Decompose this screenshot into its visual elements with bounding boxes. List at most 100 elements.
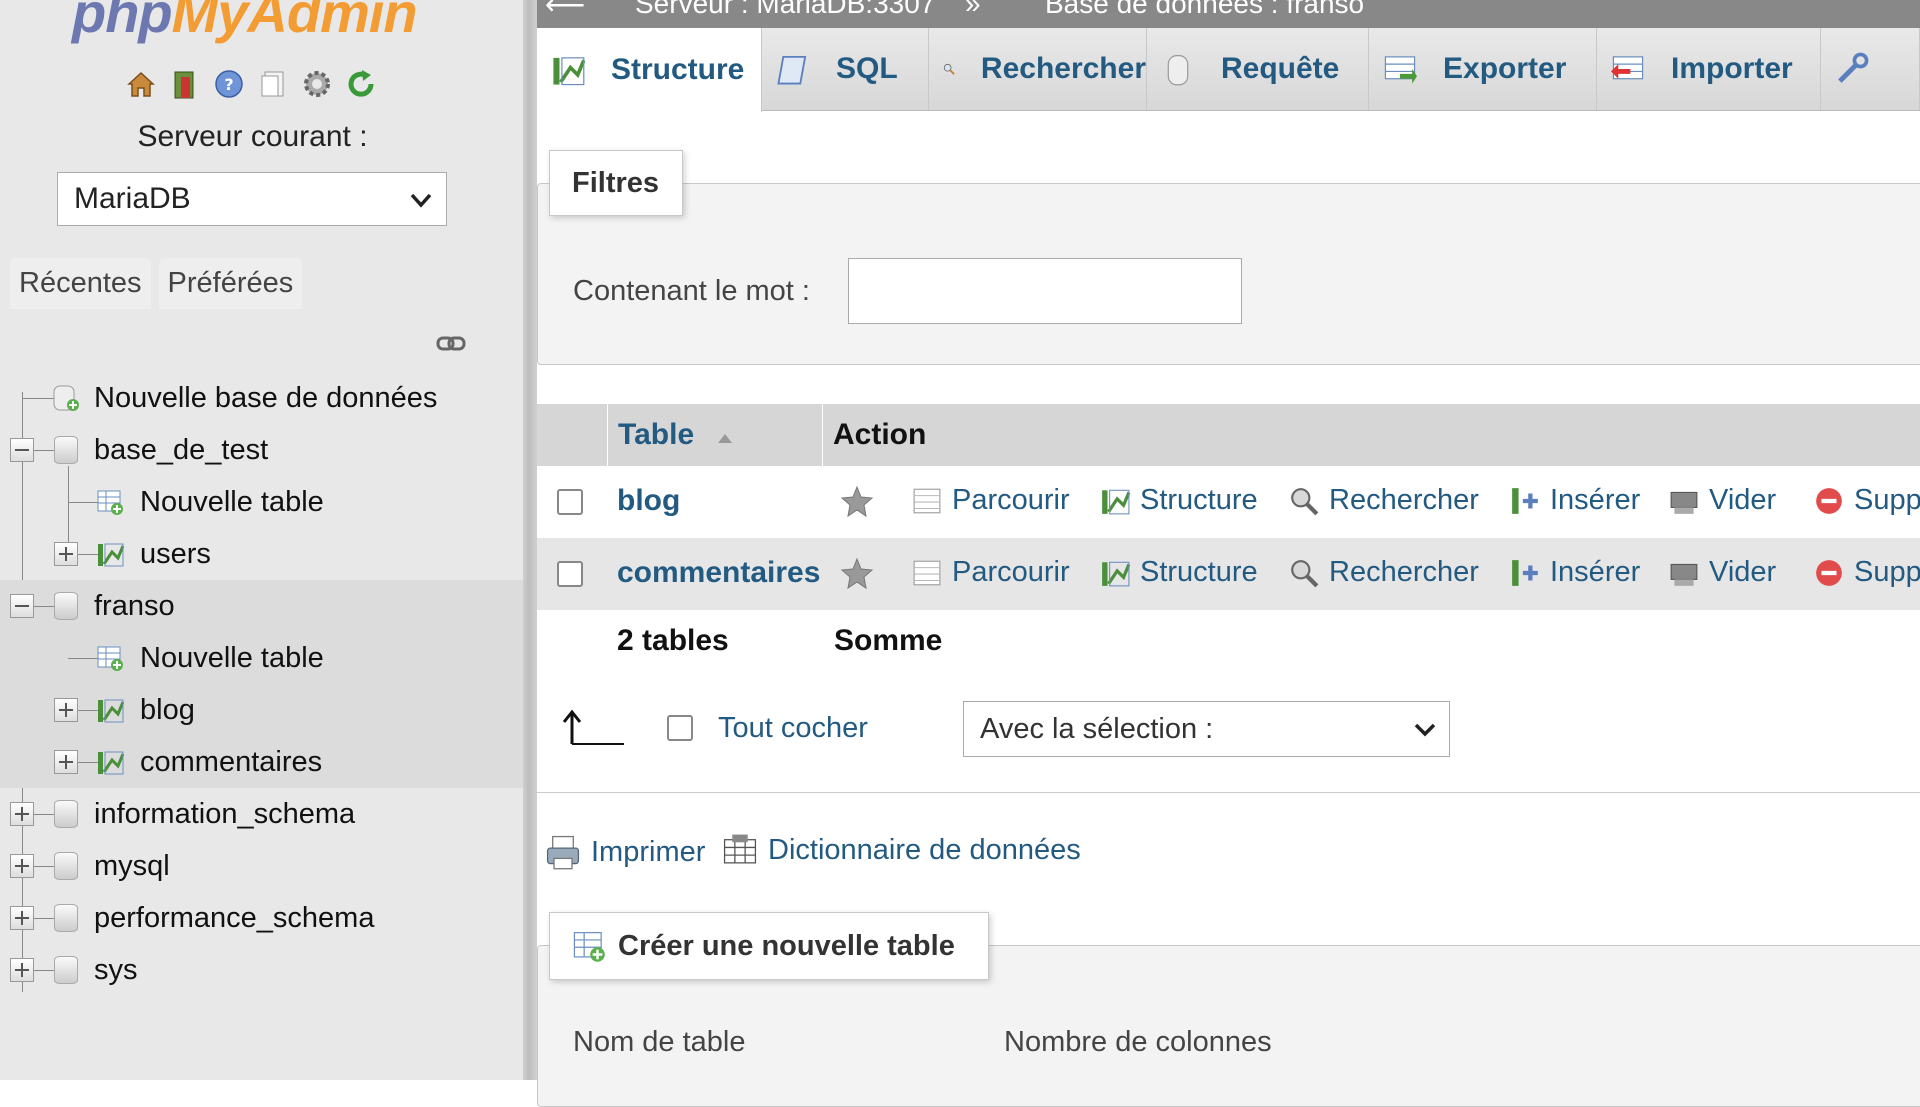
expand-icon[interactable] <box>54 750 78 774</box>
settings-icon[interactable] <box>301 68 333 100</box>
tree-item-new-database[interactable]: Nouvelle base de données <box>0 372 523 424</box>
chevron-down-icon <box>1414 723 1436 737</box>
tab-sql[interactable]: SQL <box>762 28 929 110</box>
new-database-icon <box>53 385 79 411</box>
chevron-down-icon <box>410 193 432 208</box>
empty-link[interactable]: Vider <box>1669 556 1776 589</box>
empty-table-icon <box>1670 563 1698 586</box>
navigation-panel: phpMyAdmin ? Serveur courant : MariaDB R… <box>0 0 523 1080</box>
favorite-star-icon[interactable] <box>839 556 875 592</box>
query-icon <box>1167 55 1189 86</box>
expand-icon[interactable] <box>54 542 78 566</box>
expand-icon[interactable] <box>10 802 34 826</box>
tree-item-new-table[interactable]: Nouvelle table <box>0 632 523 684</box>
database-icon <box>54 592 78 620</box>
tab-export[interactable]: Exporter <box>1369 28 1597 110</box>
tab-search[interactable]: Rechercher <box>929 28 1147 110</box>
docs-icon[interactable] <box>257 68 289 100</box>
breadcrumb-database[interactable]: Base de données : franso <box>1045 0 1364 20</box>
insert-link[interactable]: Insérer <box>1510 556 1640 589</box>
tree-label: franso <box>94 589 175 622</box>
phpmyadmin-logo[interactable]: phpMyAdmin <box>72 0 418 45</box>
drop-link[interactable]: Supp <box>1814 556 1920 589</box>
current-server-label: Serveur courant : <box>137 120 368 153</box>
table-name-link[interactable]: commentaires <box>617 556 820 590</box>
filter-input[interactable] <box>848 258 1242 324</box>
browse-link[interactable]: Parcourir <box>912 556 1070 589</box>
insert-link[interactable]: Insérer <box>1510 484 1640 517</box>
empty-link[interactable]: Vider <box>1669 484 1776 517</box>
print-link[interactable]: Imprimer <box>545 834 705 870</box>
table-row: commentaires Parcourir Structure Recherc… <box>537 538 1920 610</box>
table-name-link[interactable]: blog <box>617 484 680 518</box>
database-icon <box>54 800 78 828</box>
help-icon[interactable]: ? <box>213 68 245 100</box>
sum-label: Somme <box>834 624 943 657</box>
column-header-table[interactable]: Table <box>618 418 694 452</box>
filters-legend: Filtres <box>549 150 683 216</box>
database-icon <box>54 956 78 984</box>
with-selected-select[interactable]: Avec la sélection : <box>963 701 1450 757</box>
tree-label: information_schema <box>94 797 356 830</box>
table-structure-icon <box>98 751 124 775</box>
search-link[interactable]: Rechercher <box>1289 556 1479 589</box>
export-icon <box>1384 56 1417 84</box>
tree-item-base-de-test[interactable]: base_de_test <box>0 424 523 476</box>
tree-item-performance-schema[interactable]: performance_schema <box>0 892 523 944</box>
tree-label: users <box>140 537 211 570</box>
row-checkbox[interactable] <box>557 561 583 587</box>
favorite-star-icon[interactable] <box>839 484 875 520</box>
structure-link[interactable]: Structure <box>1100 484 1258 517</box>
server-select-value: MariaDB <box>74 182 191 215</box>
tree-item-new-table[interactable]: Nouvelle table <box>0 476 523 528</box>
database-icon <box>54 904 78 932</box>
search-icon <box>1291 559 1319 587</box>
tree-item-sys[interactable]: sys <box>0 944 523 996</box>
structure-icon <box>1102 489 1130 514</box>
tab-favorites[interactable]: Préférées <box>158 258 303 309</box>
check-all-checkbox[interactable] <box>667 715 693 741</box>
expand-icon[interactable] <box>10 906 34 930</box>
insert-icon <box>1512 559 1538 586</box>
row-checkbox[interactable] <box>557 489 583 515</box>
drop-link[interactable]: Supp <box>1814 484 1920 517</box>
tab-query[interactable]: Requête <box>1147 28 1369 110</box>
tree-item-franso[interactable]: franso <box>0 580 523 632</box>
tree-item-blog[interactable]: blog <box>0 684 523 736</box>
home-icon[interactable] <box>125 68 157 100</box>
tree-label: sys <box>94 953 138 986</box>
check-all-link[interactable]: Tout cocher <box>718 712 868 745</box>
back-arrow-icon[interactable]: ⟵ <box>545 0 585 21</box>
contains-word-label: Contenant le mot : <box>573 275 810 307</box>
search-link[interactable]: Rechercher <box>1289 484 1479 517</box>
collapse-icon[interactable] <box>10 438 34 462</box>
database-tree: Nouvelle base de données base_de_test No… <box>0 372 523 996</box>
tree-item-mysql[interactable]: mysql <box>0 840 523 892</box>
expand-icon[interactable] <box>54 698 78 722</box>
expand-icon[interactable] <box>10 958 34 982</box>
tab-recent[interactable]: Récentes <box>10 258 151 309</box>
browse-link[interactable]: Parcourir <box>912 484 1070 517</box>
reload-icon[interactable] <box>345 68 377 100</box>
breadcrumb-server[interactable]: Serveur : MariaDB:3307 <box>635 0 935 20</box>
tree-item-information-schema[interactable]: information_schema <box>0 788 523 840</box>
operations-icon <box>1838 52 1869 83</box>
server-select[interactable]: MariaDB <box>57 172 447 226</box>
divider <box>537 792 1920 793</box>
tree-label: base_de_test <box>94 433 269 466</box>
link-icon[interactable] <box>436 333 466 355</box>
expand-icon[interactable] <box>10 854 34 878</box>
collapse-icon[interactable] <box>10 594 34 618</box>
tree-item-commentaires[interactable]: commentaires <box>0 736 523 788</box>
new-table-icon <box>97 490 123 515</box>
data-dictionary-link[interactable]: Dictionnaire de données <box>722 832 1081 868</box>
breadcrumb-separator: » <box>965 0 981 19</box>
tree-label: mysql <box>94 849 170 882</box>
tree-item-users[interactable]: users <box>0 528 523 580</box>
structure-link[interactable]: Structure <box>1100 556 1258 589</box>
panel-resizer[interactable] <box>523 0 537 1080</box>
tab-structure[interactable]: Structure <box>537 28 762 112</box>
tab-import[interactable]: Importer <box>1597 28 1821 110</box>
exit-icon[interactable] <box>169 68 201 100</box>
tab-more[interactable] <box>1821 28 1920 110</box>
